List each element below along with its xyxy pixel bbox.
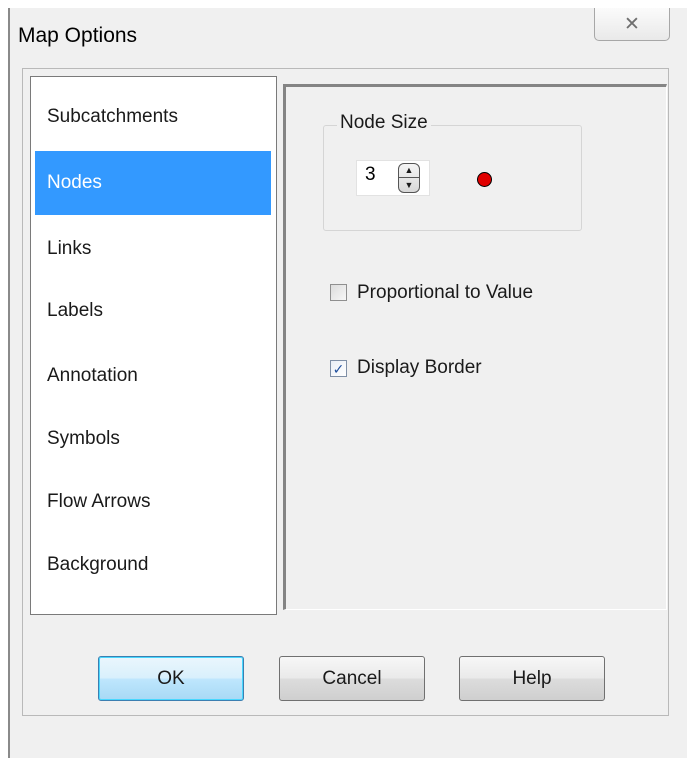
help-button[interactable]: Help bbox=[459, 656, 605, 701]
list-item-label: Subcatchments bbox=[47, 106, 178, 127]
cancel-button-label: Cancel bbox=[322, 667, 382, 689]
list-item-links[interactable]: Links bbox=[35, 217, 271, 281]
node-size-value: 3 bbox=[365, 164, 376, 185]
proportional-checkbox[interactable] bbox=[330, 284, 347, 301]
list-item-symbols[interactable]: Symbols bbox=[35, 407, 271, 471]
category-list[interactable]: Subcatchments Nodes Links Labels Annotat… bbox=[30, 76, 277, 615]
spin-up-icon[interactable]: ▲ bbox=[399, 164, 419, 178]
list-item-label: Links bbox=[47, 238, 92, 259]
proportional-label[interactable]: Proportional to Value bbox=[357, 282, 533, 304]
list-item-flow-arrows[interactable]: Flow Arrows bbox=[35, 470, 271, 534]
display-border-checkbox[interactable]: ✓ bbox=[330, 360, 347, 377]
close-icon: ✕ bbox=[624, 13, 640, 35]
list-item-label: Background bbox=[47, 554, 149, 575]
list-item-background[interactable]: Background bbox=[35, 533, 271, 597]
spin-down-icon[interactable]: ▼ bbox=[399, 178, 419, 192]
node-size-label: Node Size bbox=[337, 112, 431, 134]
cancel-button[interactable]: Cancel bbox=[279, 656, 425, 701]
list-item-label: Labels bbox=[47, 300, 103, 321]
list-item-subcatchments[interactable]: Subcatchments bbox=[35, 85, 271, 149]
list-item-labels[interactable]: Labels bbox=[35, 279, 271, 343]
ok-button-label: OK bbox=[157, 667, 185, 689]
display-border-label[interactable]: Display Border bbox=[357, 357, 482, 379]
list-item-label: Annotation bbox=[47, 365, 138, 386]
node-preview-icon bbox=[477, 172, 492, 187]
list-item-label: Nodes bbox=[47, 172, 102, 193]
list-item-label: Symbols bbox=[47, 428, 120, 449]
list-item-nodes[interactable]: Nodes bbox=[35, 151, 271, 215]
ok-button[interactable]: OK bbox=[98, 656, 244, 701]
list-item-annotation[interactable]: Annotation bbox=[35, 344, 271, 408]
close-button[interactable]: ✕ bbox=[594, 8, 670, 41]
list-item-label: Flow Arrows bbox=[47, 491, 151, 512]
help-button-label: Help bbox=[512, 667, 552, 689]
dialog-title: Map Options bbox=[18, 24, 138, 47]
checkmark-icon: ✓ bbox=[332, 360, 345, 377]
node-size-spinner[interactable]: ▲ ▼ bbox=[398, 163, 420, 193]
